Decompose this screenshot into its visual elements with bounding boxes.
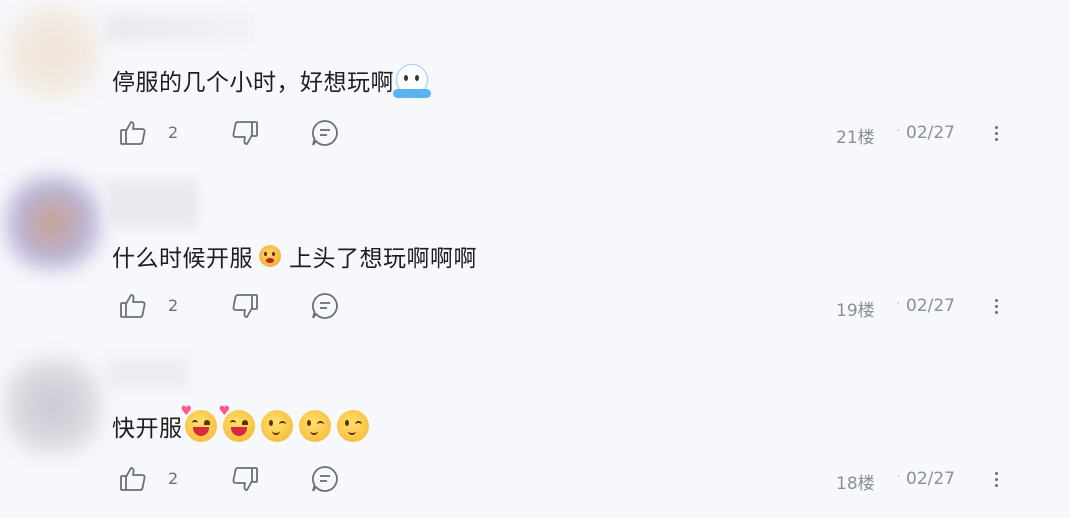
thumbs-up-icon [120,121,146,145]
comment-bubble-icon [312,120,338,146]
comment-text: 快开服 ♥ ♥ [112,404,371,445]
dislike-button[interactable] [230,464,260,494]
like-button[interactable] [118,291,148,321]
wink-emoji [260,410,293,442]
reply-button[interactable] [310,464,340,494]
username[interactable] [106,14,256,42]
comment-text: 什么时候开服 上头了想玩啊啊啊 [112,238,477,274]
more-vertical-icon[interactable] [984,291,1008,321]
avatar[interactable] [4,358,102,454]
floor-number: 19楼 [836,301,875,321]
comment-text-part: 上头了想玩啊啊啊 [289,246,477,272]
username[interactable] [106,180,198,228]
like-count: 2 [168,123,179,142]
like-count: 2 [168,469,179,488]
thumbs-up-icon [120,467,146,491]
comment-actions: 2 19楼 · 02/27 [118,291,1018,321]
heart-grin-emoji: ♥ [181,404,217,442]
reply-button[interactable] [310,118,340,148]
floor-number: 21楼 [836,128,875,148]
thumbs-up-icon [120,294,146,318]
floor-number: 18楼 [836,474,875,494]
more-vertical-icon[interactable] [984,118,1008,148]
comment-text-content: 停服的几个小时，好想玩啊 [112,70,394,96]
separator-dot: · [896,469,901,485]
avatar[interactable] [4,175,102,271]
sad-face-emoji [259,245,281,267]
comment-text: 停服的几个小时，好想玩啊 [112,62,431,98]
like-count: 2 [168,296,179,315]
heart-grin-emoji: ♥ [219,404,255,442]
username[interactable] [106,358,188,388]
avatar[interactable] [4,4,102,100]
wink-emoji [298,410,331,442]
comment-actions: 2 21楼 · 02/27 [118,118,1018,148]
comment-text-part: 什么时候开服 [112,246,253,272]
crying-ghost-emoji [393,64,431,98]
separator-dot: · [896,123,901,139]
separator-dot: · [896,296,901,312]
comment-bubble-icon [312,293,338,319]
comment-text-content: 快开服 [112,416,183,442]
like-button[interactable] [118,118,148,148]
thumbs-down-icon [232,294,258,318]
comment-bubble-icon [312,466,338,492]
dislike-button[interactable] [230,118,260,148]
reply-button[interactable] [310,291,340,321]
comment-actions: 2 18楼 · 02/27 [118,464,1018,494]
thumbs-down-icon [232,121,258,145]
wink-emoji [336,410,369,442]
comment-date: 02/27 [906,123,955,143]
thumbs-down-icon [232,467,258,491]
comment-date: 02/27 [906,469,955,489]
more-vertical-icon[interactable] [984,464,1008,494]
dislike-button[interactable] [230,291,260,321]
like-button[interactable] [118,464,148,494]
comment-date: 02/27 [906,296,955,316]
